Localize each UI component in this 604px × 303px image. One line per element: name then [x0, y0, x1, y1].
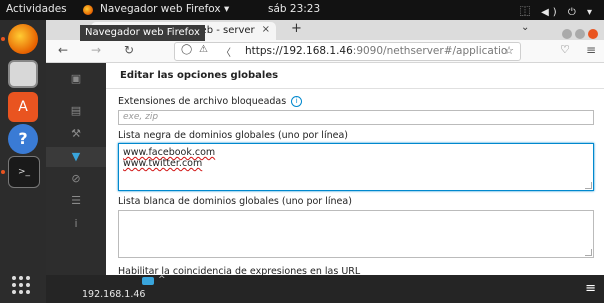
whitelist-textarea[interactable]	[118, 210, 594, 258]
list-icon[interactable]: ☰	[69, 194, 83, 208]
activities-button[interactable]: Actividades	[6, 3, 67, 15]
help-launcher-icon[interactable]: ?	[8, 124, 38, 154]
network-icon[interactable]	[142, 277, 154, 285]
new-tab-button[interactable]: +	[291, 21, 302, 36]
dashboard-icon[interactable]: ▣	[69, 72, 83, 86]
block-icon[interactable]: ⊘	[69, 172, 83, 186]
bottom-status-bar: ^ 192.168.1.46 ≡	[46, 275, 604, 303]
info-icon[interactable]: i	[69, 217, 83, 231]
blacklist-textarea[interactable]: www.facebook.com www.twitter.com	[118, 143, 594, 191]
blacklist-line: www.twitter.com	[123, 158, 203, 169]
menu-icon[interactable]: ≡	[585, 281, 596, 296]
navigation-toolbar: ← → ↻ ◯ ⚠ 〈 https://192.168.1.46:9090/ne…	[46, 40, 604, 63]
lock-icon[interactable]: ⚠	[199, 44, 208, 55]
system-tray[interactable]: ⿰ ◀) ⏻ ▾	[520, 3, 596, 18]
firefox-window: Configuración - web - server × Navegador…	[46, 20, 604, 303]
reload-button[interactable]: ↻	[124, 43, 134, 57]
software-launcher-icon[interactable]: A	[8, 92, 38, 122]
shield-icon[interactable]: ◯	[181, 44, 192, 55]
blacklist-line: www.facebook.com	[123, 147, 216, 158]
whitelist-label: Lista blanca de dominios globales (uno p…	[118, 196, 352, 207]
url-bar[interactable]: ◯ ⚠ 〈 https://192.168.1.46:9090/nethserv…	[174, 42, 521, 61]
list-tabs-button[interactable]: ⌄	[521, 22, 529, 33]
close-window-button[interactable]	[588, 29, 598, 39]
filter-icon[interactable]: ▼	[69, 150, 83, 164]
blocked-extensions-label: Extensiones de archivo bloqueadas i	[118, 96, 303, 107]
minimize-button[interactable]	[562, 29, 572, 39]
resize-grip[interactable]	[585, 249, 592, 256]
back-button[interactable]: ←	[58, 43, 68, 57]
files-launcher-icon[interactable]	[8, 60, 38, 88]
modal-title: Editar las opciones globales	[120, 70, 279, 81]
app-menu[interactable]: Navegador web Firefox ▾	[100, 3, 229, 15]
firefox-icon	[83, 5, 93, 15]
info-icon[interactable]: i	[291, 96, 303, 107]
global-options-modal: Editar las opciones globales Extensiones…	[106, 63, 604, 275]
gnome-top-bar: Actividades Navegador web Firefox ▾ sáb …	[0, 0, 604, 20]
running-indicator	[1, 37, 5, 41]
system-icon[interactable]: ▤	[69, 104, 83, 118]
bookmark-star-icon[interactable]: ☆	[504, 44, 514, 57]
modal-header: Editar las opciones globales	[106, 63, 604, 89]
firefox-launcher-icon[interactable]	[8, 24, 38, 54]
ubuntu-dock: A ? >_	[0, 20, 46, 303]
running-indicator-terminal	[1, 170, 5, 174]
host-ip: 192.168.1.46	[82, 289, 146, 300]
regex-matching-label: Habilitar la coincidencia de expresiones…	[118, 266, 361, 275]
main-content: Editar las opciones globales Extensiones…	[106, 63, 604, 275]
blocked-extensions-placeholder: exe, zip	[123, 112, 159, 122]
pocket-icon[interactable]: ♡	[560, 43, 570, 56]
expand-arrow-icon[interactable]: ^	[158, 275, 166, 285]
hamburger-menu-icon[interactable]: ≡	[586, 43, 596, 57]
cockpit-sidebar: ▣ ▤ ⚒ ▼ ⊘ ☰ i	[46, 63, 106, 275]
url-text: https://192.168.1.46:9090/nethserver#/ap…	[245, 45, 508, 57]
blocked-extensions-input[interactable]: exe, zip	[118, 110, 594, 125]
tab-strip: Configuración - web - server × Navegador…	[46, 20, 604, 41]
forward-button[interactable]: →	[91, 43, 101, 57]
terminal-launcher-icon[interactable]: >_	[8, 156, 40, 188]
clock[interactable]: sáb 23:23	[268, 3, 320, 15]
resize-grip[interactable]	[585, 182, 592, 189]
tools-icon[interactable]: ⚒	[69, 127, 83, 141]
window-tooltip: Navegador web Firefox	[80, 25, 205, 41]
maximize-button[interactable]	[575, 29, 585, 39]
permissions-icon[interactable]: 〈	[221, 44, 231, 59]
blacklist-label: Lista negra de dominios globales (uno po…	[118, 130, 348, 141]
show-applications-icon[interactable]	[12, 276, 30, 294]
tab-close-icon[interactable]: ×	[262, 24, 270, 35]
